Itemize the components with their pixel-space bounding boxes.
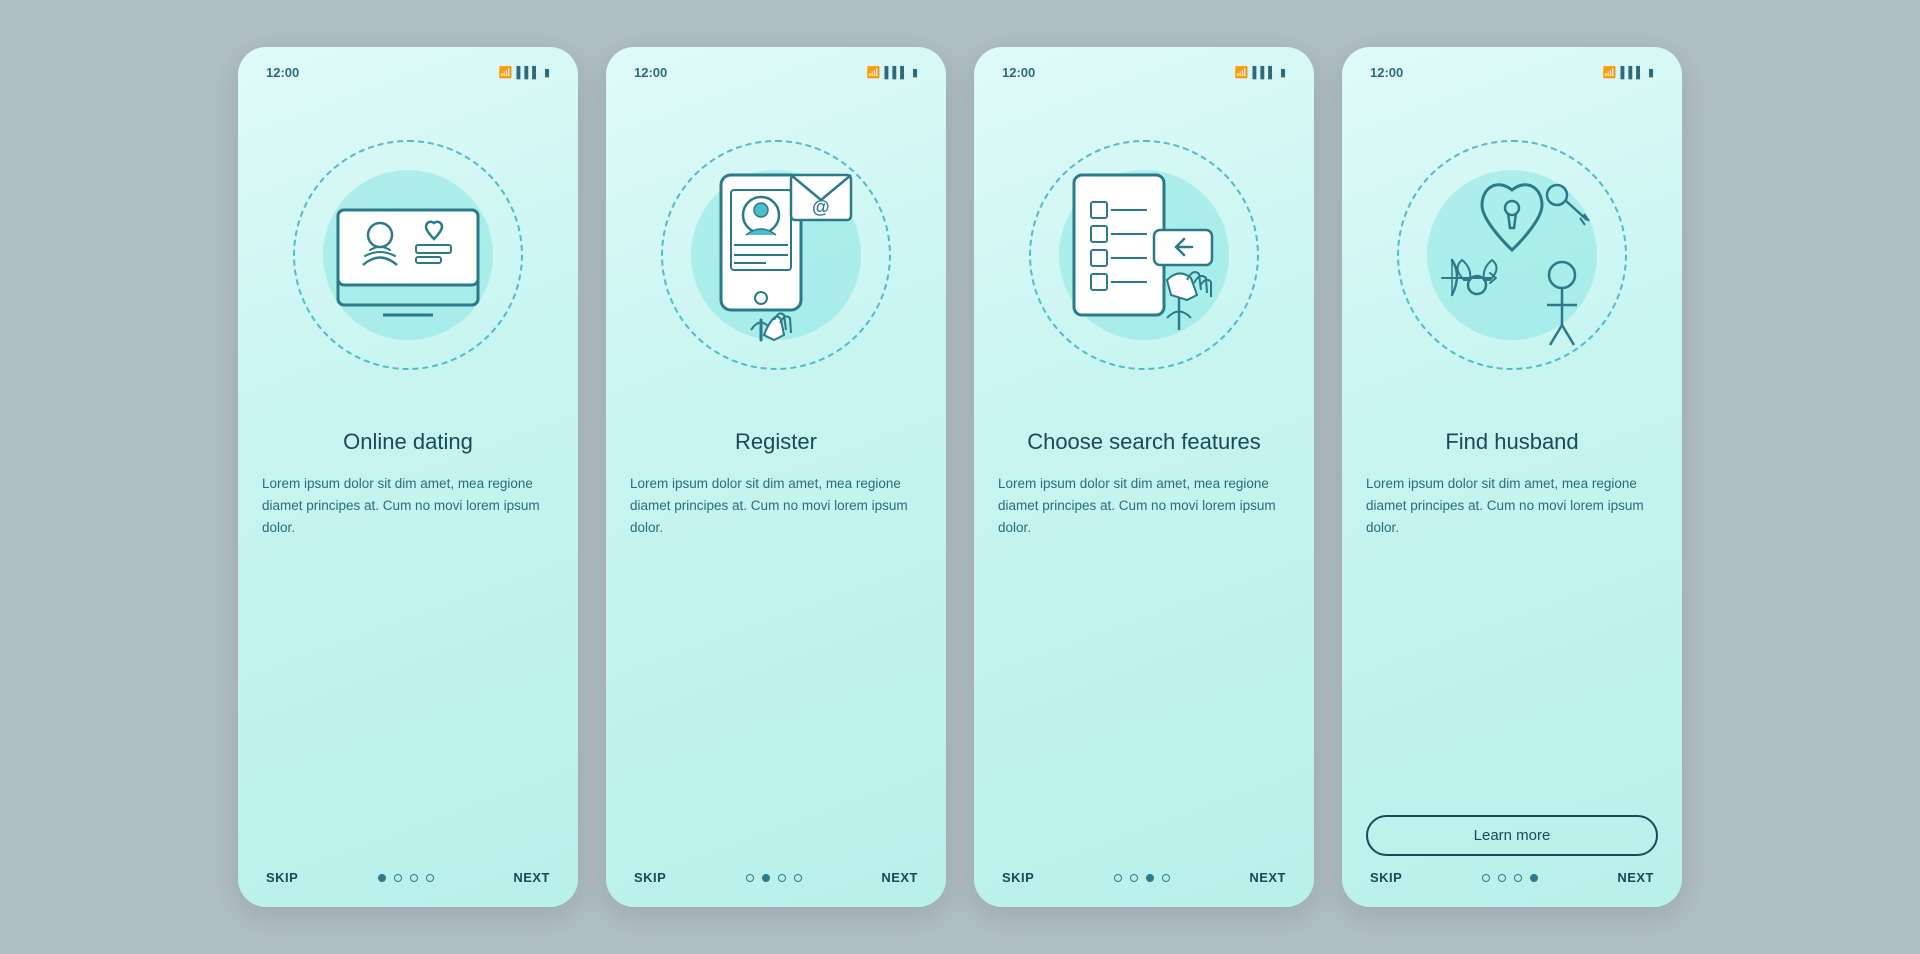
nav-dots-4 — [1482, 874, 1538, 882]
nav-dots-3 — [1114, 874, 1170, 882]
wifi-icon-3: 📶 — [1235, 66, 1249, 79]
signal-icon-3: ▌▌▌ — [1253, 67, 1276, 79]
status-time-2: 12:00 — [634, 65, 667, 80]
wifi-icon-2: 📶 — [867, 66, 881, 79]
illustration-area-2: @ — [630, 100, 922, 410]
nav-bar-2: SKIP NEXT — [630, 860, 922, 887]
status-bar-1: 12:00 📶 ▌▌▌ ▮ — [262, 65, 554, 80]
learn-more-button[interactable]: Learn more — [1366, 815, 1658, 856]
dot-1-2 — [394, 874, 402, 882]
find-husband-illustration — [1402, 150, 1622, 360]
status-bar-3: 12:00 📶 ▌▌▌ ▮ — [998, 65, 1290, 80]
screens-container: 12:00 📶 ▌▌▌ ▮ — [238, 47, 1682, 907]
signal-icon-4: ▌▌▌ — [1621, 67, 1644, 79]
search-features-illustration — [1039, 150, 1249, 360]
next-button-4[interactable]: NEXT — [1617, 870, 1654, 885]
status-bar-4: 12:00 📶 ▌▌▌ ▮ — [1366, 65, 1658, 80]
screen-online-dating: 12:00 📶 ▌▌▌ ▮ — [238, 47, 578, 907]
screen-body-4: Lorem ipsum dolor sit dim amet, mea regi… — [1366, 473, 1658, 799]
dot-4-3 — [1514, 874, 1522, 882]
screen-body-3: Lorem ipsum dolor sit dim amet, mea regi… — [998, 473, 1290, 860]
dot-3-1 — [1114, 874, 1122, 882]
skip-button-3[interactable]: SKIP — [1002, 870, 1034, 885]
dot-2-3 — [778, 874, 786, 882]
battery-icon-2: ▮ — [912, 66, 918, 79]
status-icons-4: 📶 ▌▌▌ ▮ — [1603, 66, 1654, 79]
dot-2-2 — [762, 874, 770, 882]
battery-icon-3: ▮ — [1280, 66, 1286, 79]
illustration-area-3 — [998, 100, 1290, 410]
status-icons-2: 📶 ▌▌▌ ▮ — [867, 66, 918, 79]
next-button-1[interactable]: NEXT — [513, 870, 550, 885]
dot-4-4 — [1530, 874, 1538, 882]
dot-1-4 — [426, 874, 434, 882]
signal-icon-2: ▌▌▌ — [885, 67, 908, 79]
illustration-area-4 — [1366, 100, 1658, 410]
screen-register: 12:00 📶 ▌▌▌ ▮ — [606, 47, 946, 907]
dot-3-4 — [1162, 874, 1170, 882]
skip-button-2[interactable]: SKIP — [634, 870, 666, 885]
status-bar-2: 12:00 📶 ▌▌▌ ▮ — [630, 65, 922, 80]
screen-title-3: Choose search features — [1027, 428, 1261, 457]
dot-3-2 — [1130, 874, 1138, 882]
next-button-2[interactable]: NEXT — [881, 870, 918, 885]
dot-4-2 — [1498, 874, 1506, 882]
screen-title-1: Online dating — [343, 428, 473, 457]
illustration-area-1 — [262, 100, 554, 410]
status-time-3: 12:00 — [1002, 65, 1035, 80]
screen-title-2: Register — [735, 428, 817, 457]
battery-icon-1: ▮ — [544, 66, 550, 79]
screen-body-1: Lorem ipsum dolor sit dim amet, mea regi… — [262, 473, 554, 860]
screen-title-4: Find husband — [1445, 428, 1578, 457]
status-time-1: 12:00 — [266, 65, 299, 80]
nav-bar-4: SKIP NEXT — [1366, 860, 1658, 887]
screen-search-features: 12:00 📶 ▌▌▌ ▮ — [974, 47, 1314, 907]
dot-3-3 — [1146, 874, 1154, 882]
dot-4-1 — [1482, 874, 1490, 882]
nav-bar-3: SKIP NEXT — [998, 860, 1290, 887]
dot-1-1 — [378, 874, 386, 882]
dot-2-1 — [746, 874, 754, 882]
nav-dots-1 — [378, 874, 434, 882]
battery-icon-4: ▮ — [1648, 66, 1654, 79]
status-time-4: 12:00 — [1370, 65, 1403, 80]
online-dating-illustration — [308, 155, 508, 355]
screen-find-husband: 12:00 📶 ▌▌▌ ▮ — [1342, 47, 1682, 907]
wifi-icon-4: 📶 — [1603, 66, 1617, 79]
status-icons-3: 📶 ▌▌▌ ▮ — [1235, 66, 1286, 79]
skip-button-1[interactable]: SKIP — [266, 870, 298, 885]
wifi-icon-1: 📶 — [499, 66, 513, 79]
status-icons-1: 📶 ▌▌▌ ▮ — [499, 66, 550, 79]
svg-text:@: @ — [812, 197, 830, 217]
nav-bar-1: SKIP NEXT — [262, 860, 554, 887]
register-illustration: @ — [676, 145, 876, 365]
signal-icon-1: ▌▌▌ — [517, 67, 540, 79]
skip-button-4[interactable]: SKIP — [1370, 870, 1402, 885]
nav-dots-2 — [746, 874, 802, 882]
next-button-3[interactable]: NEXT — [1249, 870, 1286, 885]
dot-1-3 — [410, 874, 418, 882]
dot-2-4 — [794, 874, 802, 882]
screen-body-2: Lorem ipsum dolor sit dim amet, mea regi… — [630, 473, 922, 860]
